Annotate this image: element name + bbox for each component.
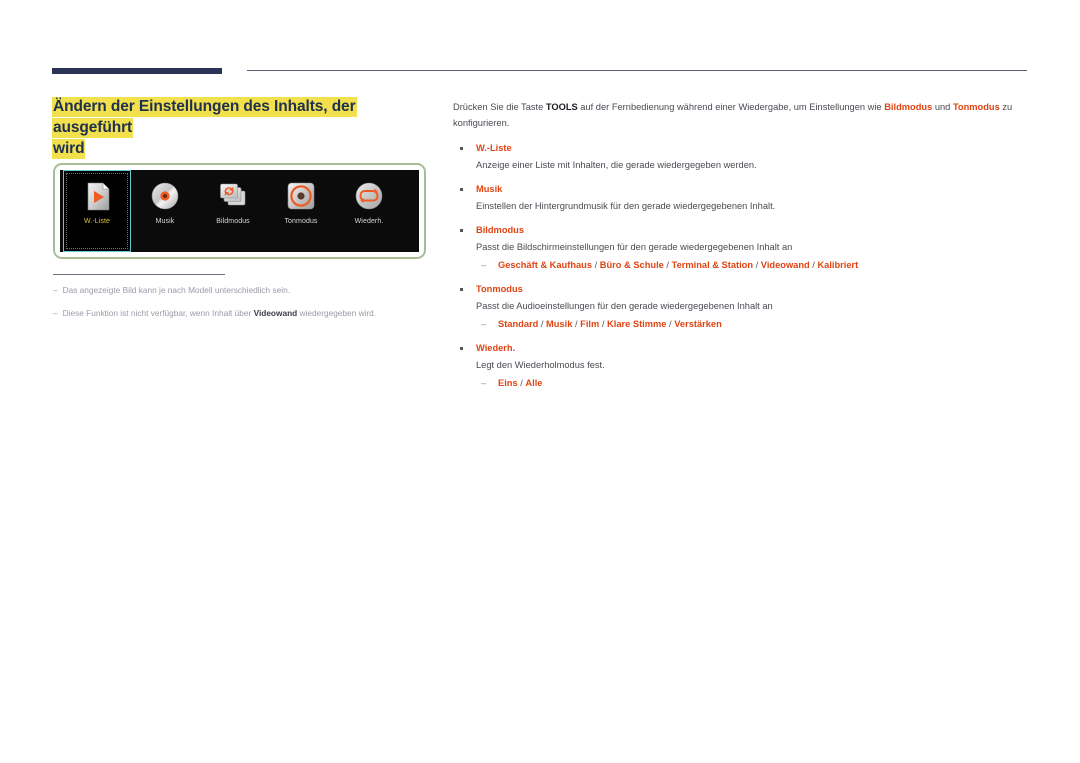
note-dash: –	[53, 308, 58, 318]
list-item-bildmodus: Bildmodus Passt die Bildschirmeinstellun…	[453, 223, 1028, 273]
tile-musik[interactable]: Musik	[131, 170, 199, 252]
notes-divider	[53, 274, 225, 275]
tools-button-keyword: TOOLS	[545, 102, 578, 112]
note-keyword: Videowand	[253, 308, 298, 318]
tile-bildmodus[interactable]: Bildmodus	[199, 170, 267, 252]
repeat-loop-icon	[351, 178, 387, 214]
option-value: Alle	[525, 378, 543, 388]
option-separator: /	[663, 260, 672, 270]
intro-part-1: Drücken Sie die Taste	[453, 102, 546, 112]
page-title: Ändern der Einstellungen des Inhalts, de…	[52, 96, 437, 159]
intro-keyword-bildmodus: Bildmodus	[884, 102, 933, 112]
picture-mode-refresh-icon	[215, 178, 251, 214]
item-options: Eins / Alle	[476, 376, 1028, 391]
tile-label-wiederh: Wiederh.	[354, 218, 384, 225]
item-options-list: Standard / Musik / Film / Klare Stimme /…	[476, 317, 1028, 332]
tile-label-bildmodus: Bildmodus	[216, 218, 250, 225]
right-column: Drücken Sie die Taste TOOLS auf der Fern…	[453, 99, 1028, 400]
item-options: Geschäft & Kaufhaus / Büro & Schule / Te…	[476, 258, 1028, 273]
list-item-musik: Musik Einstellen der Hintergrundmusik fü…	[453, 182, 1028, 214]
option-separator: /	[753, 260, 761, 270]
intro-paragraph: Drücken Sie die Taste TOOLS auf der Fern…	[453, 99, 1028, 131]
option-value: Klare Stimme	[607, 319, 667, 329]
note-text: Das angezeigte Bild kann je nach Modell …	[62, 285, 291, 295]
music-disc-icon	[147, 178, 183, 214]
tools-icon-row: W.-Liste Musik Bildmodus Tonmodus Wieder…	[60, 170, 419, 252]
left-column: Ändern der Einstellungen des Inhalts, de…	[52, 96, 437, 159]
item-title: Bildmodus	[476, 225, 525, 235]
tile-label-w-liste: W.-Liste	[83, 218, 111, 225]
item-title: Musik	[476, 184, 503, 194]
item-title: W.-Liste	[476, 143, 512, 153]
list-item-wiederh: Wiederh. Legt den Wiederholmodus fest. E…	[453, 341, 1028, 391]
intro-part-2: auf der Fernbedienung während einer Wied…	[577, 102, 885, 112]
note-text: Diese Funktion ist nicht verfügbar, wenn…	[62, 308, 377, 318]
option-separator: /	[572, 319, 581, 329]
page-title-line-1: Ändern der Einstellungen des Inhalts, de…	[52, 97, 357, 138]
sound-mode-knob-icon	[283, 178, 319, 214]
intro-keyword-tonmodus: Tonmodus	[952, 102, 1000, 112]
option-value: Film	[580, 319, 600, 329]
tile-wiederh[interactable]: Wiederh.	[335, 170, 403, 252]
page-title-line-2: wird	[52, 139, 86, 159]
tile-label-musik: Musik	[155, 218, 175, 225]
option-value: Terminal & Station	[671, 260, 754, 270]
settings-list: W.-Liste Anzeige einer Liste mit Inhalte…	[453, 141, 1028, 391]
item-description: Passt die Audioeinstellungen für den ger…	[476, 301, 773, 311]
item-description: Passt die Bildschirmeinstellungen für de…	[476, 242, 793, 252]
option-value: Geschäft & Kaufhaus	[498, 260, 593, 270]
option-value: Videowand	[760, 260, 810, 270]
note-item: – Diese Funktion ist nicht verfügbar, we…	[53, 307, 433, 320]
option-separator: /	[538, 319, 547, 329]
item-options: Standard / Musik / Film / Klare Stimme /…	[476, 317, 1028, 332]
item-description: Anzeige einer Liste mit Inhalten, die ge…	[476, 160, 757, 170]
item-description: Legt den Wiederholmodus fest.	[476, 360, 605, 370]
option-separator: /	[599, 319, 608, 329]
item-options-list: Geschäft & Kaufhaus / Büro & Schule / Te…	[476, 258, 1028, 273]
header-rule-thick	[52, 68, 222, 74]
note-item: – Das angezeigte Bild kann je nach Model…	[53, 284, 433, 297]
notes-section: – Das angezeigte Bild kann je nach Model…	[53, 274, 433, 330]
item-title: Wiederh.	[476, 343, 516, 353]
list-item-w-liste: W.-Liste Anzeige einer Liste mit Inhalte…	[453, 141, 1028, 173]
option-value: Kalibriert	[817, 260, 859, 270]
option-separator: /	[592, 260, 600, 270]
device-screen: W.-Liste Musik Bildmodus Tonmodus Wieder…	[60, 170, 419, 252]
option-value: Verstärken	[674, 319, 722, 329]
tile-tonmodus[interactable]: Tonmodus	[267, 170, 335, 252]
list-item-tonmodus: Tonmodus Passt die Audioeinstellungen fü…	[453, 282, 1028, 332]
tile-label-tonmodus: Tonmodus	[284, 218, 318, 225]
item-title: Tonmodus	[476, 284, 523, 294]
item-description: Einstellen der Hintergrundmusik für den …	[476, 201, 776, 211]
header-rule-thin	[247, 70, 1027, 71]
item-options-list: Eins / Alle	[476, 376, 1028, 391]
intro-part-3: und	[932, 102, 953, 112]
note-dash: –	[53, 285, 58, 295]
tile-w-liste[interactable]: W.-Liste	[63, 170, 131, 252]
option-value: Musik	[546, 319, 573, 329]
option-value: Standard	[498, 319, 539, 329]
playlist-file-icon	[79, 178, 115, 214]
device-screenshot-frame: W.-Liste Musik Bildmodus Tonmodus Wieder…	[53, 163, 426, 259]
option-value: Büro & Schule	[599, 260, 664, 270]
option-value: Eins	[498, 378, 518, 388]
